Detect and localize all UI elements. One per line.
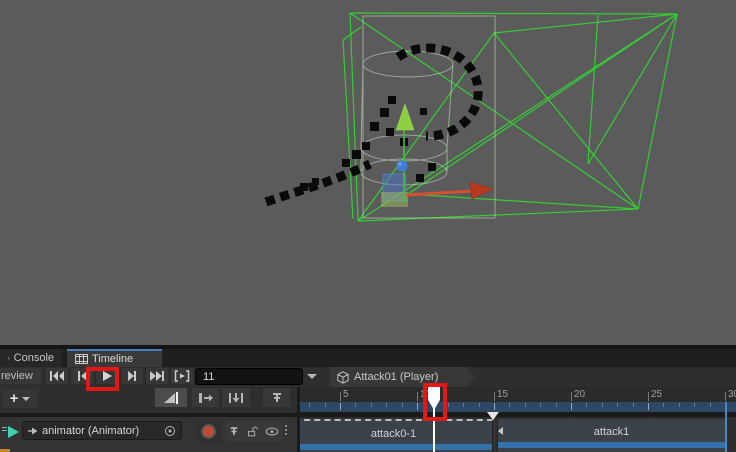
console-icon — [8, 354, 10, 363]
annotation-box-playhead — [423, 383, 447, 421]
goto-start-button[interactable] — [45, 368, 68, 384]
play-range-icon — [174, 370, 190, 382]
ruler-label-20: 20 — [574, 389, 585, 400]
cube-icon — [337, 371, 349, 384]
gizmo-z-ball — [397, 161, 408, 172]
goto-end-icon — [149, 370, 165, 382]
ruler-label-25: 25 — [651, 389, 662, 400]
clips-lane: attack0-1 attack1 — [300, 417, 736, 452]
next-frame-button[interactable] — [120, 368, 143, 384]
tab-console[interactable]: Console — [0, 349, 62, 367]
ripple-mode-button[interactable] — [192, 388, 219, 407]
mix-mode-icon — [163, 391, 179, 405]
frame-units-dropdown[interactable] — [307, 374, 317, 379]
clip-label: attack0-1 — [300, 428, 492, 440]
clip-attack0-1[interactable]: attack0-1 — [300, 419, 493, 452]
ruler-label-15: 15 — [497, 389, 508, 400]
ruler-band[interactable] — [300, 402, 736, 412]
clip-ease-in-icon — [498, 427, 503, 435]
pin-icon[interactable] — [228, 425, 240, 438]
clip-loop-bar — [498, 442, 725, 448]
gizmo-x-cone — [470, 182, 493, 199]
clip-loop-bar — [300, 444, 492, 450]
breadcrumb-attack01[interactable]: Attack01 (Player) — [330, 367, 476, 387]
track-binding-field[interactable]: animator (Animator) — [22, 421, 182, 440]
replace-mode-icon — [228, 391, 244, 405]
ruler-label-5: 5 — [343, 389, 349, 400]
ruler-label-30: 30 — [728, 389, 736, 400]
record-toggle-button[interactable] — [196, 421, 221, 442]
timeline-icon — [75, 354, 88, 364]
eye-icon[interactable] — [265, 426, 279, 437]
preview-toggle[interactable]: review — [0, 368, 41, 384]
mix-mode-button[interactable] — [155, 388, 187, 407]
chevron-down-icon — [22, 397, 30, 401]
track-menu-button[interactable] — [285, 425, 287, 435]
ripple-mode-icon — [198, 391, 214, 405]
clip-end-marker-icon[interactable] — [487, 412, 499, 420]
record-icon — [201, 424, 216, 439]
breadcrumb-label: Attack01 (Player) — [354, 371, 438, 383]
lock-icon[interactable] — [246, 425, 258, 438]
clip-attack1[interactable]: attack1 — [497, 419, 726, 452]
tab-console-label: Console — [14, 352, 54, 364]
next-frame-icon — [124, 370, 140, 382]
add-track-button[interactable]: + — [2, 389, 38, 408]
marker-pin-icon — [270, 391, 284, 405]
tab-bar: Console Timeline — [0, 349, 736, 367]
timeline-ruler[interactable]: 5 10 15 20 25 30 — [300, 387, 736, 413]
track-options-group — [225, 421, 282, 442]
track-toolbar: + — [0, 387, 297, 413]
plus-icon: + — [10, 391, 19, 406]
play-range-button[interactable] — [170, 368, 193, 384]
annotation-box-play-button — [86, 367, 119, 391]
gridline — [494, 417, 495, 452]
goto-end-button[interactable] — [145, 368, 168, 384]
tab-timeline-label: Timeline — [92, 353, 133, 365]
animation-track-header[interactable]: animator (Animator) — [0, 417, 297, 452]
sprite-pixels — [300, 96, 436, 191]
track-binding-label: animator (Animator) — [42, 425, 160, 437]
replace-mode-button[interactable] — [222, 388, 250, 407]
goto-start-icon — [49, 370, 65, 382]
gizmo-x-axis — [406, 191, 473, 195]
scene-view — [0, 0, 736, 345]
frame-number-field[interactable] — [195, 368, 303, 385]
gizmo-y-cone — [396, 104, 414, 130]
tab-timeline[interactable]: Timeline — [67, 349, 162, 367]
gameobject-arrow-icon — [28, 426, 38, 436]
track-type-lines-icon — [2, 427, 7, 433]
animation-track-icon — [8, 426, 19, 438]
transform-gizmo — [381, 104, 493, 207]
object-picker-icon[interactable] — [164, 425, 176, 437]
timeline-end-line — [725, 402, 727, 452]
marker-track-toggle[interactable] — [263, 388, 290, 407]
unity-editor-window: { "colors": { "accent_blue": "#4a7dbd", … — [0, 0, 736, 452]
clip-label: attack1 — [498, 426, 725, 438]
